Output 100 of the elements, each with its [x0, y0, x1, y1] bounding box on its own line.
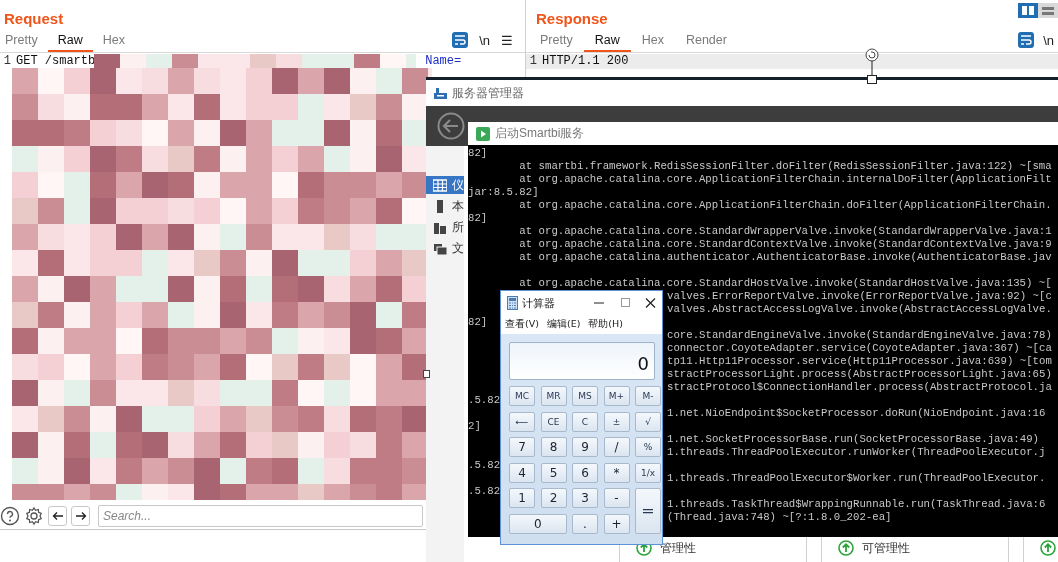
console-line: 1.net.SocketProcessorBase.run(SocketProcessorBase.java:49)	[667, 433, 1039, 446]
calculator-key[interactable]: /	[603, 437, 630, 457]
play-icon	[476, 126, 490, 141]
calculator-key[interactable]: ⟵	[509, 411, 535, 432]
console-line: valves.ErrorReportValve.invoke(ErrorReportValve.java:92) ~[c	[667, 290, 1052, 303]
console-line: .5.82	[468, 459, 501, 471]
calculator-key[interactable]: +	[603, 513, 630, 534]
console-line: at smartbi.framework.RedisSessionFilter.doFilter(RedisSessionFilter.java:122) ~[sma	[518, 160, 1052, 173]
forward-button[interactable]	[71, 505, 90, 526]
calculator-key[interactable]: 2	[540, 488, 567, 508]
help-icon[interactable]	[0, 505, 20, 526]
tab[interactable]: Pretty	[0, 32, 48, 52]
calculator-key[interactable]: M+	[603, 386, 630, 406]
tab[interactable]: Render	[674, 32, 738, 52]
calculator-key[interactable]: *	[603, 462, 630, 483]
rows-icon	[1042, 5, 1054, 16]
sidebar-item[interactable]: 本	[426, 197, 464, 215]
calculator-key[interactable]: %	[635, 437, 661, 457]
console-line: 82]	[468, 316, 488, 328]
pane-title: Request	[4, 10, 64, 27]
sidebar-item[interactable]: 所	[426, 218, 464, 236]
calculator-key[interactable]: .	[572, 513, 598, 534]
wrap-icon[interactable]	[1018, 32, 1035, 48]
menu-icon[interactable]: ☰	[501, 32, 513, 48]
menu-item[interactable]: 编辑(E)	[546, 318, 581, 331]
rotate-handle-icon[interactable]	[864, 48, 880, 84]
columns-icon	[1022, 5, 1034, 16]
window-title: 启动Smartbi服务	[495, 125, 585, 142]
calculator-key[interactable]: M-	[635, 386, 661, 406]
code-line: HTTP/1.1 200	[542, 54, 629, 69]
console-line: stractProtocol$ConnectionHandler.process(AbstractProtocol.ja	[667, 381, 1052, 394]
calculator-key[interactable]: MC	[509, 386, 535, 406]
calculator-key[interactable]: 3	[572, 488, 598, 508]
console-line: tp11.Http11Processor.service(Http11Processor.java:639) ~[tom	[667, 355, 1052, 368]
calculator-key[interactable]: MR	[540, 386, 567, 406]
calculator-key[interactable]: CE	[540, 411, 567, 432]
console-line: (Thread.java:748) ~[?:1.8.0_202-ea]	[667, 511, 892, 524]
tab[interactable]: Raw	[47, 32, 93, 52]
console-line: at org.apache.catalina.core.ApplicationFilterChain.internalDoFilter(ApplicationFilt	[518, 173, 1052, 186]
search-field[interactable]: Search...	[98, 504, 423, 527]
rows-view-button[interactable]	[1038, 3, 1058, 18]
back-button[interactable]	[48, 505, 67, 526]
calculator-display: 0	[509, 342, 655, 380]
server-manager-icon	[432, 86, 448, 100]
console-line: 82]	[468, 212, 488, 225]
code-line: GET /smartb	[16, 54, 96, 69]
calculator-icon	[507, 296, 518, 310]
console-line: at org.apache.catalina.core.ApplicationFilterChain.doFilter(ApplicationFilterChain.	[518, 199, 1052, 212]
maximize-icon[interactable]	[619, 298, 631, 308]
menu-item[interactable]: 帮助(H)	[588, 318, 623, 331]
calculator-key[interactable]: ±	[603, 411, 630, 432]
console-line: 1.threads.ThreadPoolExecutor.runWorker(ThreadPoolExecutor.j	[667, 446, 1046, 459]
window-title: 服务器管理器	[452, 84, 524, 102]
console-line: valves.AbstractAccessLogValve.invoke(AbstractAccessLogValve.	[667, 303, 1052, 316]
console-line: at org.apache.catalina.core.StandardContextValve.invoke(StandardContextValve.java:9	[518, 238, 1052, 251]
tab[interactable]: Pretty	[529, 32, 584, 52]
line-number: 1	[528, 54, 538, 69]
servers-icon	[433, 220, 447, 234]
newline-toggle[interactable]: \n	[479, 32, 490, 48]
calculator-key[interactable]: C	[572, 411, 598, 432]
calculator-key[interactable]: 4	[509, 462, 535, 483]
menu-item[interactable]: 查看(V)	[505, 318, 539, 331]
console-line: 1.net.NioEndpoint$SocketProcessor.doRun(NioEndpoint.java:16	[667, 407, 1046, 420]
calculator-key[interactable]: 7	[509, 437, 535, 457]
console-line: 2]	[468, 420, 481, 432]
console-line: jar:8.5.82]	[468, 186, 539, 199]
console-line: at org.apache.catalina.authenticator.AuthenticatorBase.invoke(AuthenticatorBase.jav	[518, 251, 1052, 264]
pane-title: Response	[536, 10, 608, 27]
calculator-key[interactable]: 8	[540, 437, 567, 457]
line-number: 1	[2, 54, 12, 69]
console-line: 1.threads.ThreadPoolExecutor$Worker.run(ThreadPoolExecutor.	[667, 472, 1046, 485]
console-line: .5.82	[468, 394, 501, 406]
tab[interactable]: Raw	[583, 32, 631, 52]
tab[interactable]: Hex	[630, 32, 675, 52]
sidebar-item[interactable]: 文	[426, 239, 464, 257]
console-line: core.StandardEngineValve.invoke(StandardEngineValve.java:78)	[667, 329, 1052, 342]
console-line: 1.threads.TaskThread$WrappingRunnable.run(TaskThread.java:6	[667, 498, 1046, 511]
tile-label: 可管理性	[862, 540, 910, 557]
resize-handle-icon[interactable]	[423, 370, 430, 378]
columns-view-button[interactable]	[1018, 3, 1038, 18]
calculator-key[interactable]: -	[603, 488, 630, 508]
calculator-key[interactable]: √	[635, 411, 661, 432]
calculator-key[interactable]: =	[635, 488, 661, 534]
calculator-key[interactable]: 9	[572, 437, 598, 457]
sidebar-item[interactable]: 仪	[426, 176, 464, 194]
code-text: Name=	[425, 54, 462, 69]
calculator-key[interactable]: 1/x	[635, 462, 661, 483]
calculator-key[interactable]: MS	[572, 386, 598, 406]
calculator-key[interactable]: 6	[572, 462, 598, 483]
calculator-key[interactable]: 5	[540, 462, 567, 483]
grid-icon	[433, 178, 447, 192]
calculator-key[interactable]: 0	[509, 513, 567, 534]
newline-toggle[interactable]: \n	[1043, 32, 1054, 48]
tab[interactable]: Hex	[92, 32, 135, 52]
console-line: at org.apache.catalina.core.StandardWrapperValve.invoke(StandardWrapperValve.java:1	[518, 225, 1052, 238]
close-icon[interactable]	[645, 298, 657, 308]
calculator-key[interactable]: 1	[509, 488, 535, 508]
settings-icon[interactable]	[24, 505, 44, 526]
wrap-icon[interactable]	[452, 32, 469, 48]
console-line: .5.82	[468, 485, 501, 497]
